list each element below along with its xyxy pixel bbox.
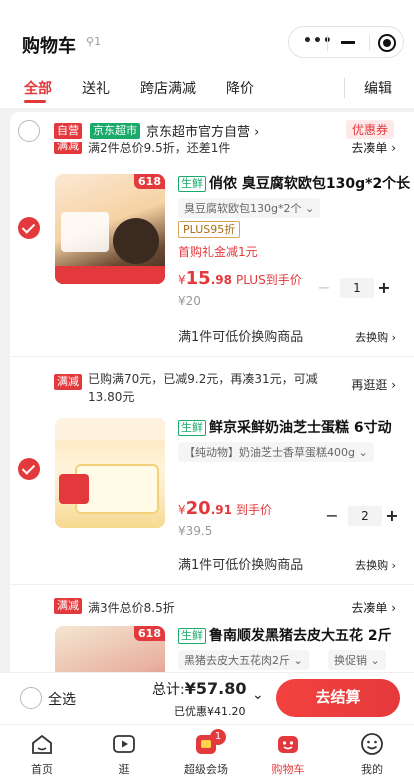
tab-price-drop[interactable]: 降价 bbox=[226, 78, 254, 98]
tab-cross-store[interactable]: 跨店满减 bbox=[140, 78, 196, 98]
promo-link[interactable]: 去凑单 › bbox=[351, 142, 396, 156]
tab-all[interactable]: 全部 bbox=[24, 78, 52, 98]
decrease-button[interactable]: − bbox=[316, 278, 332, 298]
promo-link[interactable]: 再逛逛 › bbox=[351, 376, 396, 393]
sale-badge: 618 bbox=[134, 174, 165, 189]
tabbar-browse[interactable]: 逛 bbox=[94, 731, 154, 777]
venue-badge: 1 bbox=[210, 729, 226, 745]
product-title[interactable]: 鲁南顺发黑猪去皮大五花 2斤 bbox=[209, 625, 392, 645]
checkout-bar: 全选 总计:¥57.80 已优惠¥41.20 ⌄ 去结算 bbox=[0, 672, 414, 724]
title-row: 购物车 ⚲1 ••• bbox=[0, 24, 414, 64]
original-price: ¥20 bbox=[178, 294, 201, 308]
tabbar-profile[interactable]: 我的 bbox=[342, 731, 402, 777]
chevron-down-icon[interactable]: ⌄ bbox=[252, 687, 264, 703]
promo-tag: 满减 bbox=[54, 598, 82, 614]
tabbar-cart[interactable]: 购物车 bbox=[258, 731, 318, 777]
promo-text: 满2件总价9.5折，还差1件 bbox=[88, 142, 231, 155]
fresh-tag: 生鲜 bbox=[178, 176, 206, 192]
minimize-icon[interactable] bbox=[341, 41, 355, 44]
more-icon[interactable]: ••• bbox=[303, 33, 333, 49]
quantity-input[interactable]: 2 bbox=[348, 506, 382, 526]
tabbar-venue[interactable]: 1 超级会场 bbox=[176, 729, 236, 777]
original-price: ¥39.5 bbox=[178, 524, 213, 538]
close-capsule-icon[interactable] bbox=[378, 34, 396, 52]
location-count[interactable]: ⚲1 bbox=[86, 35, 101, 48]
self-operated-tag: 自营 bbox=[54, 123, 82, 139]
promo-link[interactable]: 去凑单 › bbox=[351, 599, 396, 616]
quantity-input[interactable]: 1 bbox=[340, 278, 374, 298]
video-icon bbox=[113, 735, 135, 753]
exchange-text: 满1件可低价换购商品 bbox=[178, 330, 304, 345]
exchange-text: 满1件可低价换购商品 bbox=[178, 558, 304, 573]
shop-name[interactable]: 京东超市官方自营 › bbox=[146, 121, 259, 140]
quantity-stepper: − 2 + bbox=[324, 506, 400, 528]
promo-row: 满减 满3件总价8.5折 去凑单 › bbox=[10, 596, 414, 616]
select-all-label[interactable]: 全选 bbox=[48, 689, 76, 709]
promo-row: 满减 满2件总价9.5折，还差1件 去凑单 › bbox=[10, 142, 414, 156]
increase-button[interactable]: + bbox=[384, 506, 400, 526]
select-all-checkbox[interactable] bbox=[20, 687, 42, 709]
exchange-link[interactable]: 去换购 › bbox=[355, 329, 396, 345]
tabbar-home[interactable]: 首页 bbox=[12, 731, 72, 777]
sale-badge: 618 bbox=[134, 626, 165, 641]
plus-discount-tag: PLUS95折 bbox=[178, 221, 241, 238]
coupon-button[interactable]: 优惠券 bbox=[345, 120, 394, 139]
bottom-tabbar: 首页 逛 1 超级会场 购物车 我的 bbox=[0, 724, 414, 780]
product-price: ¥15.98 PLUS到手价 bbox=[178, 268, 302, 289]
cart-icon bbox=[278, 736, 298, 753]
home-icon bbox=[32, 734, 52, 754]
decrease-button[interactable]: − bbox=[324, 506, 340, 526]
product-title[interactable]: 俏侬 臭豆腐软欧包130g*2个长 bbox=[209, 173, 410, 193]
product-image[interactable]: 618 bbox=[55, 174, 165, 284]
item-select-checkbox[interactable] bbox=[18, 458, 40, 480]
miniapp-capsule: ••• bbox=[288, 26, 404, 58]
spec-selector[interactable]: 黑猪去皮大五花肉2斤 ⌄ bbox=[178, 650, 309, 670]
promo-switch-selector[interactable]: 换促销 ⌄ bbox=[328, 650, 386, 670]
fresh-tag: 生鲜 bbox=[178, 628, 206, 644]
promo-tag: 满减 bbox=[54, 142, 82, 154]
spec-selector[interactable]: 【纯动物】奶油芝士香草蛋糕400g ⌄ bbox=[178, 442, 374, 462]
quantity-stepper: − 1 + bbox=[316, 278, 392, 300]
item-select-checkbox[interactable] bbox=[18, 217, 40, 239]
gift-text: 首购礼金减1元 bbox=[178, 245, 258, 259]
exchange-link[interactable]: 去换购 › bbox=[355, 557, 396, 573]
checkout-button[interactable]: 去结算 bbox=[276, 679, 400, 717]
tab-gift[interactable]: 送礼 bbox=[82, 78, 110, 98]
product-price: ¥20.91 到手价 bbox=[178, 498, 272, 519]
product-title[interactable]: 鲜京采鲜奶油芝士蛋糕 6寸动 bbox=[209, 417, 392, 437]
spec-selector[interactable]: 臭豆腐软欧包130g*2个 ⌄ bbox=[178, 198, 321, 218]
header: 购物车 ⚲1 ••• 全部 送礼 跨店满减 降价 编辑 bbox=[0, 0, 414, 108]
promo-row: 满减 已购满70元，已减9.2元，再凑31元，可减13.80元 再逛逛 › bbox=[10, 368, 414, 408]
product-image[interactable]: 618 bbox=[55, 418, 165, 528]
promo-tag: 满减 bbox=[54, 374, 82, 390]
shop-select-checkbox[interactable] bbox=[18, 120, 40, 142]
promo-text: 已购满70元，已减9.2元，再凑31元，可减13.80元 bbox=[88, 372, 318, 404]
filter-tabs: 全部 送礼 跨店满减 降价 编辑 bbox=[0, 72, 414, 104]
saved-amount: 已优惠¥41.20 bbox=[174, 705, 246, 718]
total-price: 总计:¥57.80 bbox=[152, 679, 247, 698]
promo-text: 满3件总价8.5折 bbox=[88, 601, 175, 615]
increase-button[interactable]: + bbox=[376, 278, 392, 298]
edit-button[interactable]: 编辑 bbox=[364, 78, 392, 98]
cart-store-card: 自营 京东超市 京东超市官方自营 › 优惠券 满减 满2件总价9.5折，还差1件… bbox=[10, 112, 414, 682]
jd-market-tag: 京东超市 bbox=[90, 123, 140, 139]
tab-active-indicator bbox=[24, 100, 46, 103]
location-pin-icon: ⚲ bbox=[86, 35, 95, 48]
page-title: 购物车 bbox=[22, 36, 76, 57]
fresh-tag: 生鲜 bbox=[178, 420, 206, 436]
profile-icon bbox=[361, 733, 383, 755]
